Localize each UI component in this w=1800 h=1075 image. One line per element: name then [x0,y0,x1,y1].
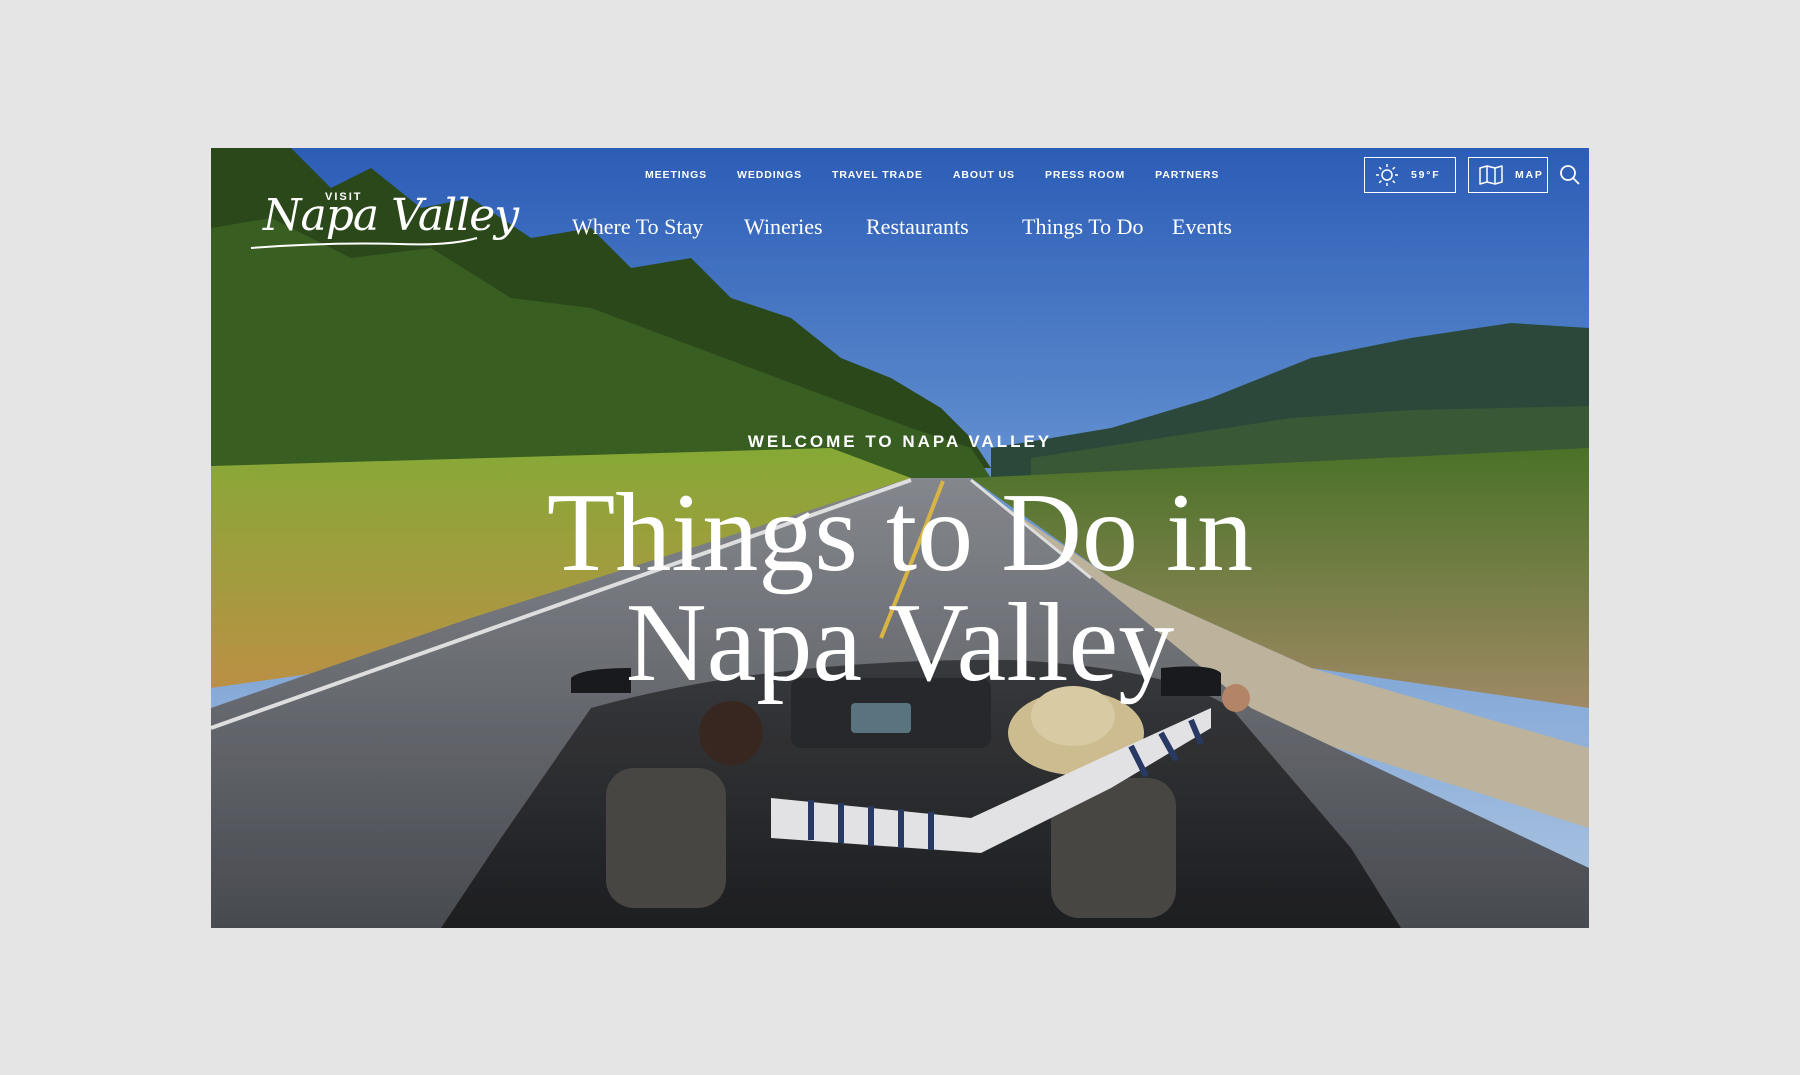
map-label: MAP [1515,169,1544,181]
logo-swoosh-icon [250,237,478,249]
main-nav-wineries[interactable]: Wineries [744,214,823,240]
main-nav-restaurants[interactable]: Restaurants [866,214,969,240]
utility-nav-weddings[interactable]: WEDDINGS [737,169,802,181]
utility-nav-travel-trade[interactable]: TRAVEL TRADE [832,169,923,181]
utility-nav-partners[interactable]: PARTNERS [1155,169,1219,181]
hero-eyebrow: WELCOME TO NAPA VALLEY [747,432,1053,451]
hero-headline-line2: Napa Valley [625,581,1175,705]
utility-nav-about-us[interactable]: ABOUT US [953,169,1015,181]
sun-icon [1376,164,1398,186]
utility-nav-meetings[interactable]: MEETINGS [645,169,707,181]
search-icon[interactable] [1559,164,1581,186]
brand-logo[interactable]: VISIT Napa Valley [249,168,519,252]
main-nav-things-to-do[interactable]: Things To Do [1022,214,1144,240]
utility-nav-press-room[interactable]: PRESS ROOM [1045,169,1125,181]
weather-temp: 59°F [1411,169,1441,181]
hero-headline-line1: Things to Do in [546,471,1254,595]
hero-headline: Things to Do in Napa Valley [211,477,1589,699]
hero-section: VISIT Napa Valley MEETINGS WEDDINGS TRAV… [211,148,1589,928]
map-icon [1479,165,1503,185]
main-nav-where-to-stay[interactable]: Where To Stay [572,214,703,240]
map-button[interactable]: MAP [1468,157,1548,193]
utility-nav: MEETINGS WEDDINGS TRAVEL TRADE ABOUT US … [645,169,1219,181]
weather-widget[interactable]: 59°F [1364,157,1456,193]
main-nav-events[interactable]: Events [1172,214,1232,240]
